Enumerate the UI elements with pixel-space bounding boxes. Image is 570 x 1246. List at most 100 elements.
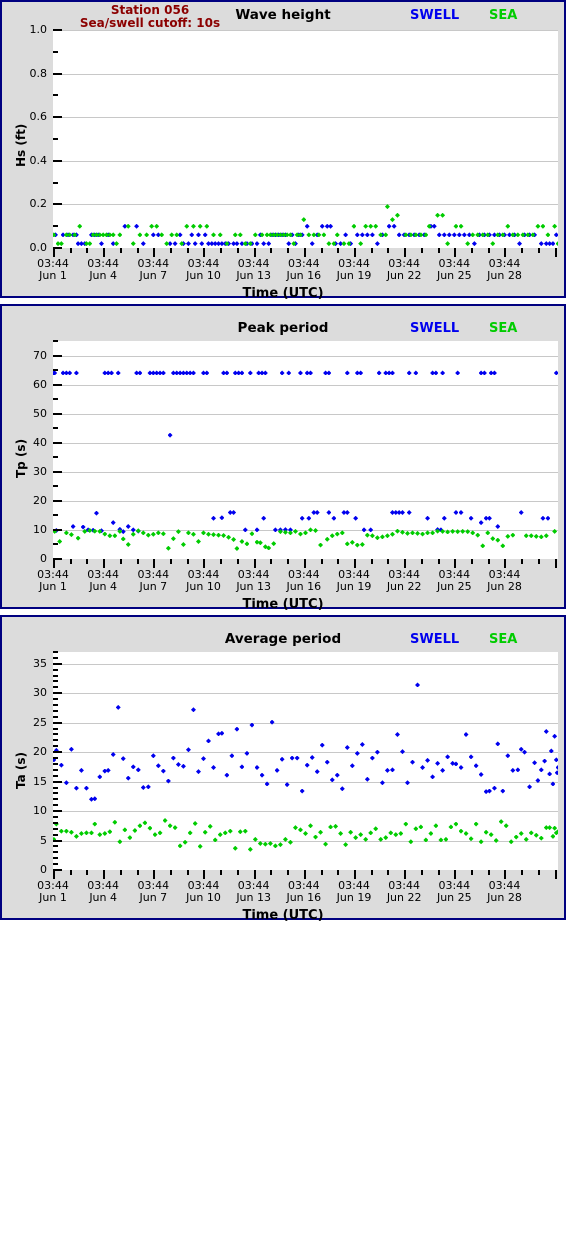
data-point-sea	[192, 820, 198, 826]
data-point-sea	[433, 823, 439, 829]
y-tick-minor	[53, 340, 58, 342]
data-point-sea	[518, 830, 524, 836]
data-point-swell	[160, 370, 166, 376]
data-point-swell	[299, 515, 305, 521]
x-tick-date: Jun 28	[487, 891, 522, 904]
data-point-swell	[160, 768, 166, 774]
data-point-swell	[199, 241, 205, 247]
data-point-sea	[145, 532, 151, 538]
data-point-sea	[490, 536, 496, 542]
charts-root: Station 056 Sea/swell cutoff: 10s Wave hei…	[0, 0, 570, 923]
y-tick-major	[53, 354, 62, 357]
y-tick-major	[53, 116, 62, 119]
data-point-sea	[308, 527, 314, 533]
data-point-sea	[127, 835, 133, 841]
data-point-swell	[211, 764, 217, 770]
data-point-sea	[184, 223, 190, 229]
data-point-swell	[170, 755, 176, 761]
data-point-swell	[441, 232, 447, 238]
y-tick-minor	[53, 745, 58, 748]
data-point-swell	[515, 767, 521, 773]
x-tick-date: Jun 28	[487, 580, 522, 593]
data-point-sea	[552, 223, 558, 229]
data-point-sea	[155, 530, 161, 536]
data-point-sea	[508, 839, 514, 845]
data-point-sea	[167, 823, 173, 829]
data-point-sea	[88, 830, 94, 836]
x-tick-major	[303, 559, 306, 568]
x-tick-major	[404, 248, 407, 257]
chart-title-2: Peak period	[237, 320, 329, 336]
y-tick-minor	[53, 715, 58, 718]
y-tick-minor	[53, 369, 58, 372]
data-point-swell	[553, 370, 558, 376]
x-tick-minor	[487, 559, 490, 564]
data-point-swell	[481, 370, 487, 376]
data-point-sea	[515, 232, 521, 238]
x-tick-minor	[236, 870, 239, 875]
gridline	[53, 414, 558, 415]
data-point-sea	[185, 530, 191, 536]
data-point-swell	[200, 756, 206, 762]
data-point-swell	[374, 749, 380, 755]
y-tick-minor	[53, 456, 58, 459]
y-tick-minor	[53, 774, 58, 777]
x-tick-major	[53, 559, 55, 568]
data-point-sea	[359, 541, 365, 547]
data-point-swell	[202, 232, 208, 238]
data-point-sea	[222, 830, 228, 836]
data-point-swell	[446, 232, 452, 238]
y-tick-label: 5	[40, 833, 47, 847]
data-point-swell	[93, 510, 99, 516]
x-tick-minor	[420, 559, 423, 564]
data-point-sea	[555, 241, 558, 247]
data-point-sea	[383, 232, 389, 238]
data-point-sea	[383, 835, 389, 841]
data-point-sea	[122, 827, 128, 833]
data-point-sea	[226, 534, 232, 540]
data-point-swell	[500, 788, 506, 794]
x-tick-minor	[287, 870, 290, 875]
data-point-sea	[165, 545, 171, 551]
data-point-sea	[112, 533, 118, 539]
data-point-swell	[441, 515, 447, 521]
data-point-sea	[358, 241, 364, 247]
data-point-sea	[435, 212, 441, 218]
y-tick-minor	[53, 815, 58, 818]
x-tick-minor	[337, 248, 340, 253]
gridline	[53, 501, 558, 502]
data-point-sea	[217, 832, 223, 838]
y-tick-major	[53, 528, 62, 531]
data-point-sea	[221, 532, 227, 538]
y-tick-minor	[53, 851, 58, 854]
data-point-swell	[68, 746, 74, 752]
data-point-sea	[150, 531, 156, 537]
x-tick-minor	[487, 248, 490, 253]
chart-title-1: Wave height	[235, 7, 331, 23]
data-point-sea	[154, 223, 160, 229]
data-point-sea	[242, 828, 248, 834]
data-point-sea	[333, 823, 339, 829]
data-point-swell	[189, 232, 195, 238]
data-point-sea	[480, 543, 486, 549]
data-point-sea	[234, 546, 240, 552]
data-point-swell	[455, 370, 461, 376]
gridline	[53, 782, 558, 783]
y-tick-minor	[53, 857, 58, 860]
x-tick-minor	[320, 870, 323, 875]
data-point-sea	[528, 533, 534, 539]
y-tick-major	[53, 72, 62, 75]
data-point-sea	[152, 832, 158, 838]
x-tick-major	[353, 870, 356, 879]
y-tick-minor	[53, 656, 58, 659]
data-point-swell	[456, 232, 462, 238]
data-point-sea	[445, 241, 451, 247]
data-point-sea	[252, 232, 258, 238]
data-point-sea	[413, 826, 419, 832]
data-point-swell	[266, 241, 272, 247]
y-tick-label: 20	[33, 745, 47, 759]
gridline	[53, 752, 558, 753]
data-point-swell	[145, 784, 151, 790]
data-point-sea	[533, 533, 539, 539]
gridline	[53, 472, 558, 473]
